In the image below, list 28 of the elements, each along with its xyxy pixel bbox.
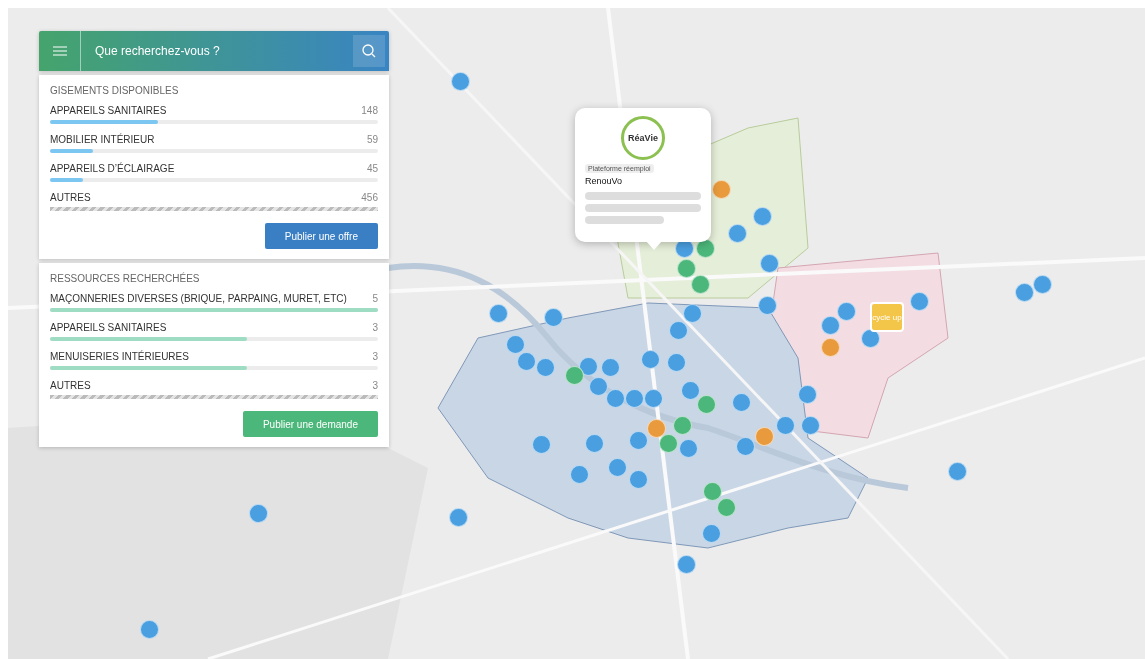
search-button[interactable] (353, 35, 385, 67)
logo: RéaVie (621, 116, 665, 160)
category-label: MOBILIER INTÉRIEUR (50, 134, 155, 145)
section-title: RESSOURCES RECHERCHÉES (50, 273, 201, 284)
category-label: APPAREILS SANITAIRES (50, 322, 167, 333)
category-count: 45 (366, 163, 378, 174)
category-count: 3 (372, 380, 378, 391)
category-label: APPAREILS D’ÉCLAIRAGE (50, 163, 175, 174)
organization-name: RenouVo (585, 176, 624, 186)
publish-button[interactable]: Publier une demande (242, 411, 378, 437)
search-icon (362, 44, 376, 58)
category-count: 148 (361, 105, 378, 116)
category-count: 456 (361, 192, 378, 203)
category-label: APPAREILS SANITAIRES (50, 105, 167, 116)
category-label: AUTRES (50, 192, 91, 203)
category-label: AUTRES (50, 380, 91, 391)
search-field[interactable]: Que recherchez-vous ? (81, 31, 353, 71)
category-count: 3 (372, 322, 378, 333)
map-marker[interactable]: cycle up (870, 302, 904, 332)
publish-button[interactable]: Publier une offre (264, 223, 378, 249)
category-count: 59 (366, 134, 378, 145)
category-label: MAÇONNERIES DIVERSES (BRIQUE, PARPAING, MURET, ETC) (50, 293, 347, 304)
category-count: 5 (372, 293, 378, 304)
search-bar[interactable]: Que recherchez-vous ? (39, 31, 389, 71)
section-title: GISEMENTS DISPONIBLES (50, 85, 180, 96)
category-label: MENUISERIES INTÉRIEURES (50, 351, 189, 362)
category-count: 3 (372, 351, 378, 362)
menu-icon (52, 46, 67, 56)
